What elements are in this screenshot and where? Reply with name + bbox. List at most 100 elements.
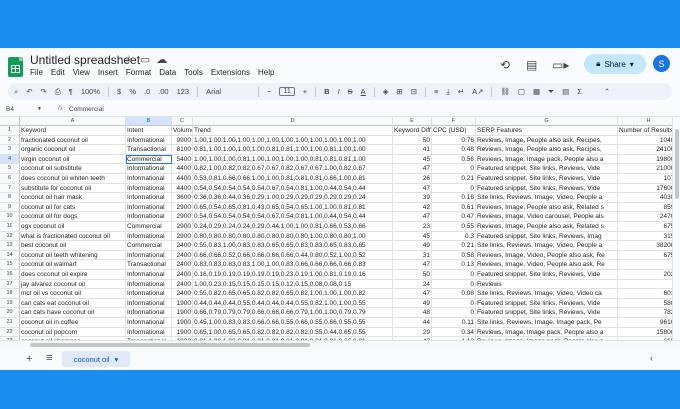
table-cell[interactable]: 41 xyxy=(393,145,432,155)
table-cell[interactable]: 0.08 xyxy=(432,289,476,299)
menu-extensions[interactable]: Extensions xyxy=(211,68,250,77)
table-cell[interactable]: organic coconut oil xyxy=(20,145,126,155)
table-cell[interactable]: 0.76 xyxy=(432,135,476,146)
table-cell[interactable]: 6750 xyxy=(618,250,680,261)
menu-data[interactable]: Data xyxy=(159,68,176,77)
header-cell[interactable]: Keyword xyxy=(20,126,126,136)
table-cell[interactable]: 0 xyxy=(432,270,476,280)
table-cell[interactable]: virgin coconut oil xyxy=(20,154,126,165)
table-cell[interactable]: 2020 xyxy=(618,270,680,280)
table-cell[interactable]: 24 xyxy=(393,279,432,290)
font-select[interactable]: Arial xyxy=(206,87,250,96)
table-cell[interactable]: Informational xyxy=(126,183,172,194)
column-header-a[interactable]: A xyxy=(20,117,126,126)
add-sheet-icon[interactable]: + xyxy=(26,353,32,365)
table-cell[interactable]: 1.00,0.23,0.15,0.15,0.15,0.15,0.12,0.15,… xyxy=(193,279,393,290)
undo-icon[interactable]: ↶ xyxy=(26,87,32,96)
text-color-icon[interactable]: A xyxy=(361,87,366,96)
merge-cells-icon[interactable]: ⊟ xyxy=(411,87,417,96)
table-cell[interactable]: 0.55,0.83,1.00,0.83,0.83,0.65,0.65,0.83,… xyxy=(193,241,393,251)
table-cell[interactable]: Transactional xyxy=(126,260,172,270)
table-cell[interactable]: 198000 xyxy=(618,154,680,165)
table-cell[interactable]: can cats have coconut oil xyxy=(20,308,126,318)
table-cell[interactable]: Featured snippet, Site links, Reviews, V… xyxy=(476,270,618,280)
table-cell[interactable]: 0.47 xyxy=(432,212,476,222)
table-cell[interactable]: 39 xyxy=(393,193,432,203)
table-cell[interactable]: Reviews, Image, People also ask, Related… xyxy=(476,202,618,213)
table-cell[interactable]: 1070 xyxy=(618,174,680,184)
table-cell[interactable]: 45 xyxy=(393,154,432,165)
insert-comment-icon[interactable]: ▢ xyxy=(518,87,525,96)
horizontal-scrollbar[interactable] xyxy=(0,340,680,348)
table-cell[interactable]: Informational xyxy=(126,289,172,299)
table-cell[interactable]: 0.21 xyxy=(432,174,476,184)
table-cell[interactable]: can cats eat coconut oil xyxy=(20,298,126,309)
table-cell[interactable]: coconut oil walmart xyxy=(20,260,126,270)
decrease-decimal-button[interactable]: .0 xyxy=(144,87,150,96)
table-cell[interactable]: 1900 xyxy=(172,327,193,338)
table-cell[interactable]: Featured snippet, Site links, Reviews, V… xyxy=(476,183,618,194)
table-cell[interactable]: 0.65,0.54,0.65,0.81,0.43,0.65,0.54,0.65,… xyxy=(193,202,393,213)
row-header[interactable]: 3 xyxy=(0,145,20,155)
move-folder-icon[interactable]: ▭ xyxy=(140,54,156,66)
functions-icon[interactable]: Σ xyxy=(577,87,582,96)
table-cell[interactable]: 26 xyxy=(393,174,432,184)
table-cell[interactable]: 241000 xyxy=(618,145,680,155)
table-cell[interactable]: 0.54,0.54,0.54,0.54,0.54,0.67,0.54,0.81,… xyxy=(193,212,393,222)
table-cell[interactable]: 2900 xyxy=(172,212,193,222)
table-cell[interactable]: 158000 xyxy=(618,327,680,338)
table-cell[interactable]: 5800 xyxy=(618,298,680,309)
table-cell[interactable]: 4400 xyxy=(172,164,193,174)
table-cell[interactable] xyxy=(618,279,680,290)
table-cell[interactable]: fractionated coconut oil xyxy=(20,135,126,146)
table-cell[interactable]: Reviews, Image, Image pack, People also … xyxy=(476,327,618,338)
table-cell[interactable]: 0.16 xyxy=(432,193,476,203)
filter-icon[interactable]: ⏷ xyxy=(548,87,554,97)
row-header[interactable]: 2 xyxy=(0,135,20,146)
table-cell[interactable]: 49 xyxy=(393,298,432,309)
font-size-input[interactable]: 11 xyxy=(279,87,295,96)
row-header[interactable]: 21 xyxy=(0,318,20,328)
history-icon[interactable]: ⟲ xyxy=(500,58,510,72)
row-header[interactable]: 6 xyxy=(0,174,20,184)
table-cell[interactable]: Featured snippet, Site links, Reviews, V… xyxy=(476,308,618,318)
menu-view[interactable]: View xyxy=(73,68,90,77)
table-cell[interactable]: 0.56 xyxy=(432,154,476,165)
table-cell[interactable]: mct oil vs coconut oil xyxy=(20,289,126,299)
row-header[interactable]: 4 xyxy=(0,154,20,165)
table-cell[interactable]: 29 xyxy=(393,327,432,338)
table-cell[interactable]: Informational xyxy=(126,327,172,338)
table-cell[interactable]: 176000 xyxy=(618,183,680,194)
table-cell[interactable]: 9900 xyxy=(172,135,193,146)
table-cell[interactable]: Informational xyxy=(126,202,172,213)
header-cell[interactable]: CPC (USD) xyxy=(432,126,476,136)
comments-icon[interactable]: ▤ xyxy=(526,58,537,72)
table-cell[interactable]: 47 xyxy=(393,260,432,270)
table-cell[interactable]: 2400 xyxy=(172,279,193,290)
name-box[interactable]: B4 xyxy=(6,106,14,113)
table-cell[interactable]: 1.00,1.00,1.00,1.00,1.00,1.00,1.00,1.00,… xyxy=(193,135,393,146)
table-cell[interactable]: substitute for coconut oil xyxy=(20,183,126,194)
table-cell[interactable]: 0 xyxy=(432,164,476,174)
collapse-toolbar-icon[interactable]: ⌃ xyxy=(604,87,610,96)
table-cell[interactable]: 0.53,0.81,0.66,0.66,1.00,1.00,0.81,0.81,… xyxy=(193,174,393,184)
table-cell[interactable]: jay alvarez coconut oil xyxy=(20,279,126,290)
table-cell[interactable]: 0.3 xyxy=(432,231,476,242)
column-header-h[interactable]: H xyxy=(618,117,680,126)
table-cell[interactable]: 2400 xyxy=(172,260,193,270)
vertical-scrollbar[interactable] xyxy=(672,117,680,340)
table-cell[interactable]: Informational xyxy=(126,164,172,174)
row-header[interactable]: 18 xyxy=(0,289,20,299)
avatar[interactable]: S xyxy=(653,55,670,72)
table-cell[interactable]: 48 xyxy=(393,308,432,318)
table-cell[interactable]: coconut oil in coffee xyxy=(20,318,126,328)
table-cell[interactable]: Reviews, Image, Image pack, People also … xyxy=(476,154,618,165)
table-cell[interactable]: 0.11 xyxy=(432,318,476,328)
font-size-decrease-button[interactable]: − xyxy=(267,87,271,96)
menu-insert[interactable]: Insert xyxy=(98,68,118,77)
menu-format[interactable]: Format xyxy=(126,68,151,77)
menu-help[interactable]: Help xyxy=(258,68,274,77)
table-cell[interactable]: Informational xyxy=(126,212,172,222)
table-cell[interactable]: Informational xyxy=(126,298,172,309)
table-cell[interactable]: 47 xyxy=(393,183,432,194)
